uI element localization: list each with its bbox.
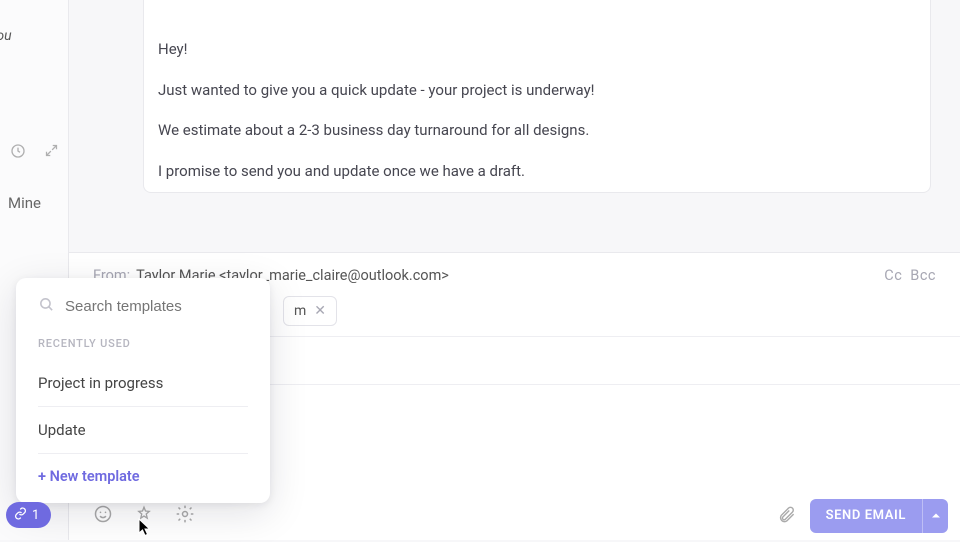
recipient-chip[interactable]: m ✕: [283, 296, 337, 326]
recipient-chip-text: m: [294, 303, 306, 319]
sidebar-you-label: you: [0, 28, 12, 44]
template-icon[interactable]: [135, 505, 153, 527]
send-email-label[interactable]: SEND EMAIL: [810, 499, 922, 533]
new-template-button[interactable]: + New template: [16, 454, 270, 489]
message-card: Hey! Just wanted to give you a quick upd…: [143, 0, 931, 193]
cc-button[interactable]: Cc: [884, 267, 902, 284]
attachment-icon[interactable]: [777, 505, 796, 528]
bcc-button[interactable]: Bcc: [910, 267, 936, 284]
template-search-row: [16, 296, 270, 329]
template-item[interactable]: Update: [38, 407, 248, 454]
clock-icon[interactable]: [10, 143, 26, 163]
message-line: I promise to send you and update once we…: [158, 160, 916, 183]
sidebar-mine-label[interactable]: Mine: [8, 194, 41, 212]
message-line: Hey!: [158, 38, 916, 61]
send-email-button[interactable]: SEND EMAIL: [810, 499, 948, 533]
send-caret-icon[interactable]: [922, 499, 948, 533]
message-line: We estimate about a 2-3 business day tur…: [158, 119, 916, 142]
search-icon: [38, 296, 55, 317]
templates-popover: RECENTLY USED Project in progress Update…: [16, 278, 270, 503]
message-line: Just wanted to give you a quick update -…: [158, 79, 916, 102]
link-pill[interactable]: 1: [6, 502, 51, 528]
templates-section-label: RECENTLY USED: [16, 329, 270, 360]
template-search-input[interactable]: [65, 298, 264, 315]
link-icon: [14, 507, 27, 524]
footer-icon-group: [93, 504, 195, 528]
gear-icon[interactable]: [175, 504, 195, 528]
chip-remove-icon[interactable]: ✕: [314, 303, 326, 319]
cc-bcc-group: Cc Bcc: [884, 267, 936, 284]
template-item[interactable]: Project in progress: [38, 360, 248, 407]
sidebar-icon-row: [0, 143, 69, 163]
expand-icon[interactable]: [44, 143, 59, 163]
link-count: 1: [32, 508, 39, 523]
emoji-icon[interactable]: [93, 504, 113, 528]
